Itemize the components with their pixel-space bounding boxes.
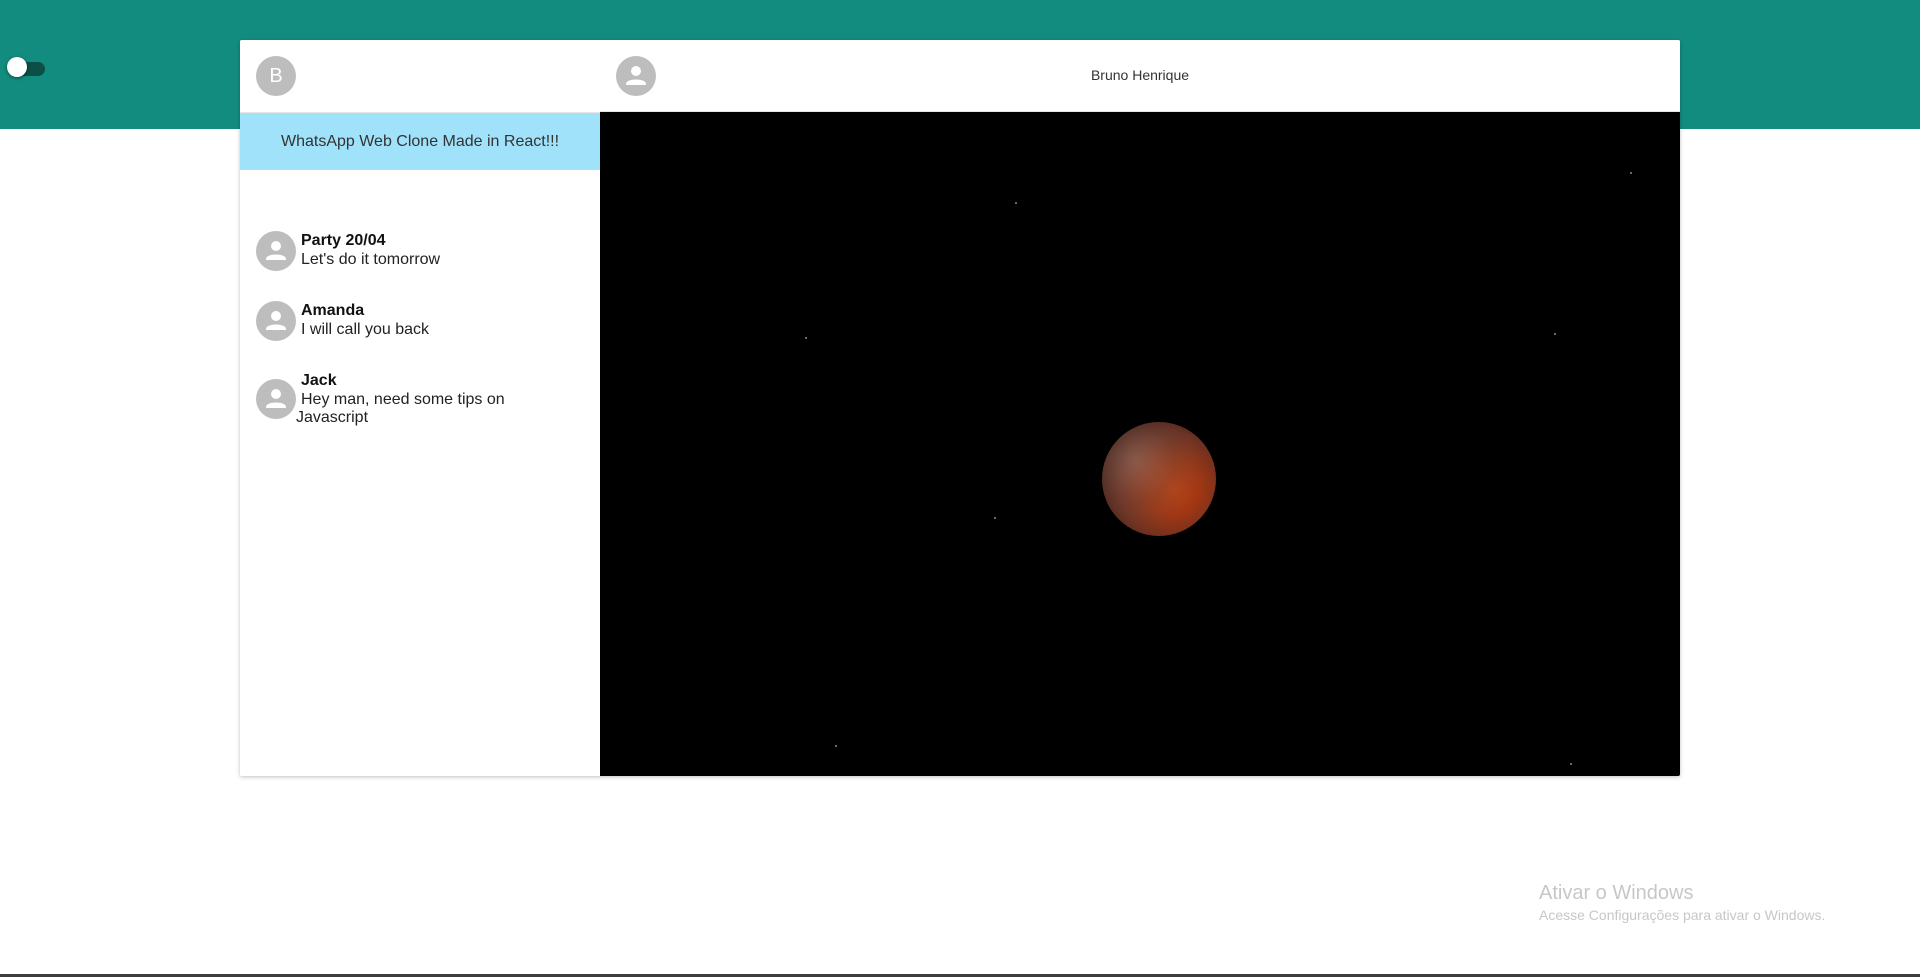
star bbox=[994, 517, 996, 519]
chat-text: Amanda I will call you back bbox=[301, 301, 521, 339]
user-avatar[interactable]: B bbox=[256, 56, 296, 96]
person-icon bbox=[256, 301, 296, 341]
chat-text: Jack Hey man, need some tips on Javascri… bbox=[296, 371, 521, 427]
chat-panel: Bruno Henrique bbox=[600, 40, 1680, 776]
person-icon bbox=[256, 379, 296, 419]
star bbox=[1015, 202, 1017, 204]
star bbox=[805, 337, 807, 339]
chat-name: Jack bbox=[301, 372, 337, 389]
person-icon bbox=[256, 231, 296, 271]
star bbox=[835, 745, 837, 747]
theme-toggle[interactable] bbox=[7, 57, 47, 77]
watermark-title: Ativar o Windows bbox=[1539, 882, 1694, 904]
chat-text: Party 20/04 Let's do it tomorrow bbox=[301, 231, 521, 269]
contact-name: Bruno Henrique bbox=[1090, 67, 1190, 83]
chat-header: Bruno Henrique bbox=[600, 40, 1680, 112]
chat-last-message-cont: Javascript bbox=[296, 409, 369, 426]
chat-last-message: Let's do it tomorrow bbox=[301, 251, 441, 268]
star bbox=[1554, 333, 1556, 335]
app-window: B WhatsApp Web Clone Made in React!!! Pa… bbox=[240, 40, 1680, 776]
sidebar-header: B bbox=[240, 40, 600, 113]
chat-item-party[interactable]: Party 20/04 Let's do it tomorrow bbox=[240, 230, 600, 290]
chat-last-message: Hey man, need some tips on bbox=[301, 391, 505, 408]
star bbox=[1570, 763, 1572, 765]
watermark-subtitle: Acesse Configurações para ativar o Windo… bbox=[1539, 907, 1826, 923]
star bbox=[1630, 172, 1632, 174]
chat-item-jack[interactable]: Jack Hey man, need some tips on Javascri… bbox=[240, 370, 600, 426]
chat-background-image bbox=[600, 112, 1680, 776]
toggle-knob bbox=[7, 57, 27, 77]
moon-highlight bbox=[1102, 422, 1216, 536]
chat-item-amanda[interactable]: Amanda I will call you back bbox=[240, 300, 600, 360]
chat-last-message: I will call you back bbox=[301, 321, 430, 338]
chat-name: Party 20/04 bbox=[301, 232, 386, 249]
sidebar-banner: WhatsApp Web Clone Made in React!!! bbox=[240, 113, 600, 170]
chat-name: Amanda bbox=[301, 302, 365, 319]
sidebar: B WhatsApp Web Clone Made in React!!! Pa… bbox=[240, 40, 601, 776]
windows-activation-watermark: Ativar o Windows Acesse Configurações pa… bbox=[1539, 880, 1825, 924]
